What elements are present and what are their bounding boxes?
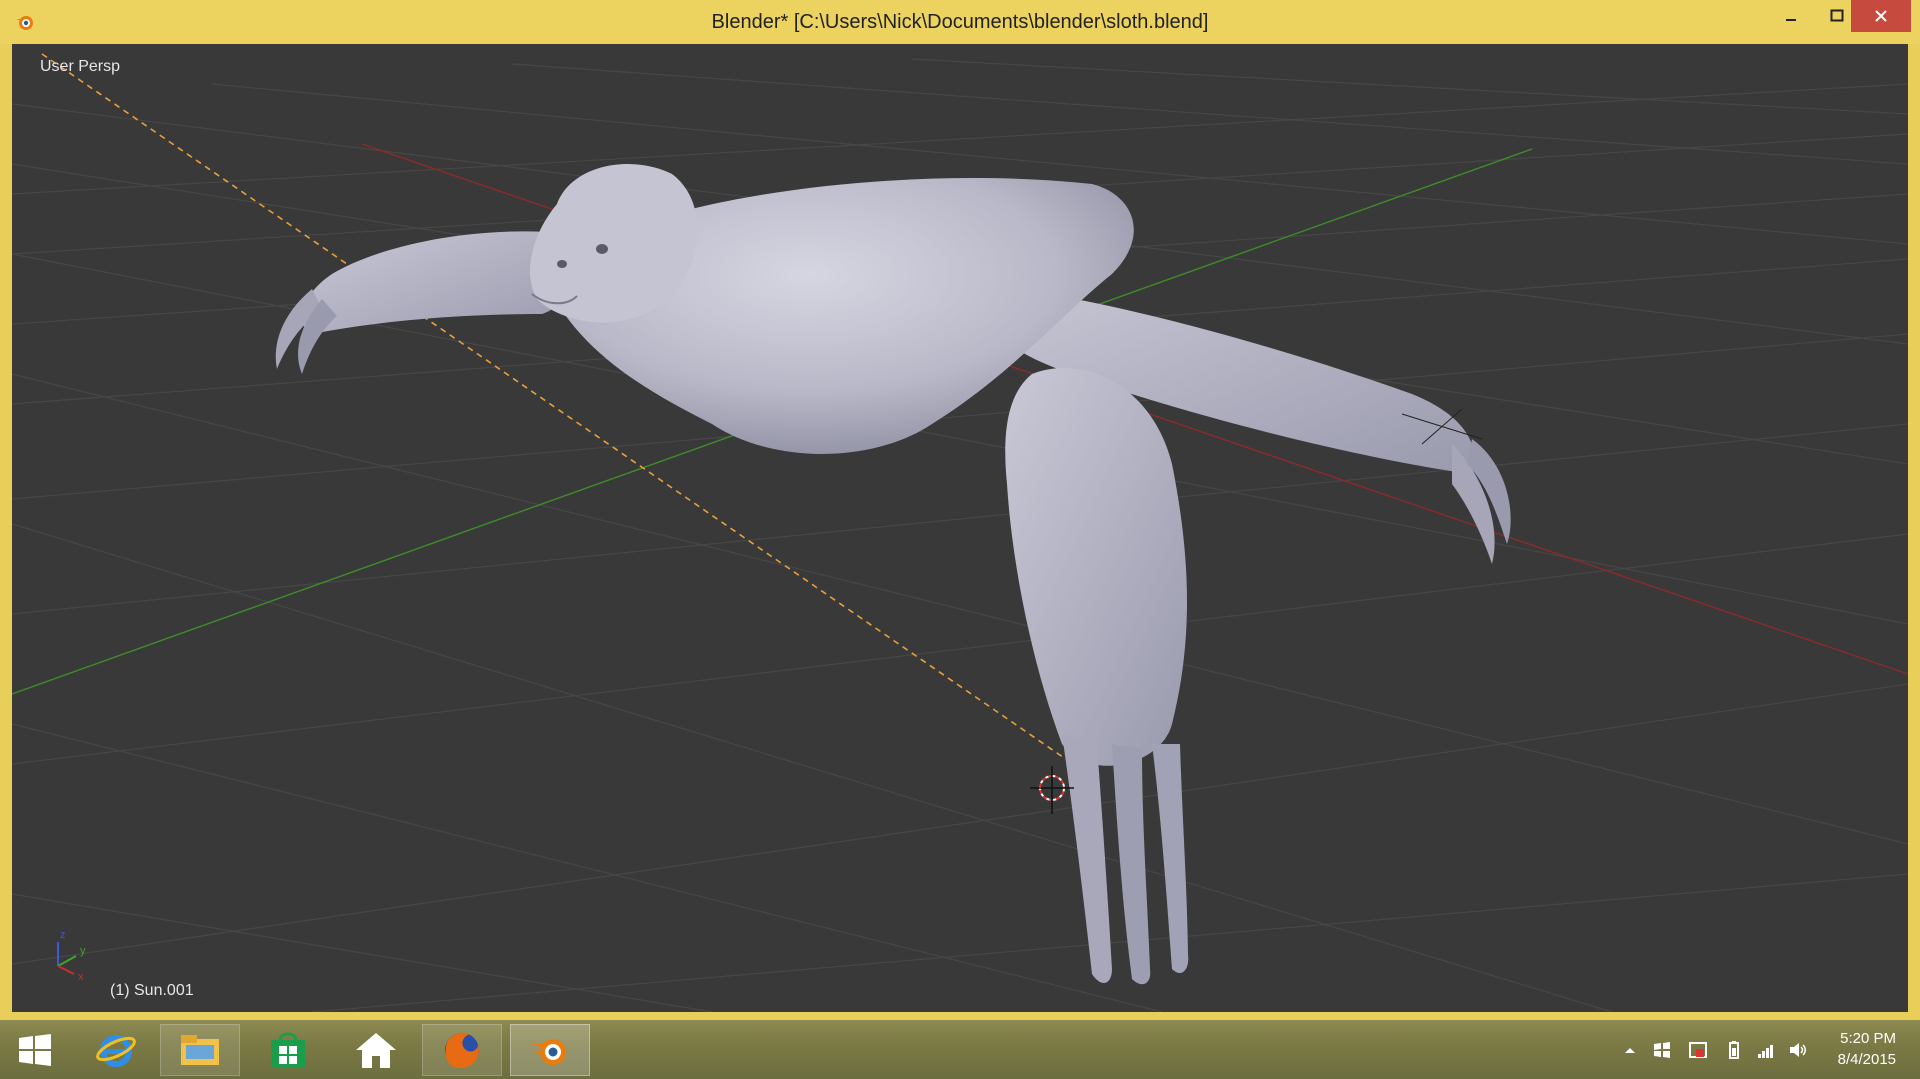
volume-icon[interactable] — [1788, 1040, 1808, 1060]
sloth-model[interactable] — [275, 164, 1511, 985]
clock-date: 8/4/2015 — [1837, 1051, 1896, 1068]
network-shield-icon[interactable] — [1688, 1040, 1708, 1060]
taskbar-store[interactable] — [248, 1024, 328, 1076]
flag-icon[interactable] — [1652, 1040, 1672, 1060]
window-title: Blender* [C:\Users\Nick\Documents\blende… — [711, 11, 1209, 33]
taskbar-blender[interactable] — [510, 1024, 590, 1076]
minimize-button[interactable] — [1768, 0, 1814, 32]
windows-logo-icon — [19, 1034, 51, 1066]
store-icon — [271, 1032, 305, 1068]
battery-icon[interactable] — [1724, 1040, 1744, 1060]
maximize-icon — [1830, 9, 1844, 22]
blender-window: Blender* [C:\Users\Nick\Documents\blende… — [0, 0, 1920, 1020]
close-button[interactable] — [1851, 0, 1911, 32]
taskbar-home[interactable] — [336, 1024, 416, 1076]
minimize-icon — [1786, 19, 1796, 21]
title-bar[interactable]: Blender* [C:\Users\Nick\Documents\blende… — [0, 0, 1920, 44]
view-mode-label: User Persp — [40, 58, 121, 75]
firefox-icon — [445, 1032, 479, 1068]
start-button[interactable] — [0, 1024, 70, 1076]
3d-cursor-icon[interactable] — [1030, 766, 1074, 814]
blender-icon — [530, 1039, 566, 1065]
y-axis-label: y — [80, 945, 86, 957]
axis-orientation-widget: z y x — [57, 929, 86, 983]
taskbar-firefox[interactable] — [422, 1024, 502, 1076]
taskbar-file-explorer[interactable] — [160, 1024, 240, 1076]
3d-viewport[interactable]: User Persp z y x (1) Sun.001 — [12, 44, 1908, 1012]
taskbar-clock[interactable]: 5:20 PM 8/4/2015 — [1838, 1028, 1896, 1070]
close-icon — [1875, 10, 1887, 22]
home-icon — [356, 1033, 396, 1068]
x-axis-label: x — [78, 971, 84, 983]
clock-time: 5:20 PM — [1840, 1030, 1896, 1047]
system-tray: 5:20 PM 8/4/2015 — [1600, 1020, 1920, 1079]
z-axis-label: z — [60, 929, 66, 941]
viewport-scene[interactable] — [12, 44, 1908, 1012]
show-hidden-icons-chevron[interactable] — [1620, 1040, 1640, 1060]
folder-icon — [181, 1035, 219, 1065]
windows-taskbar: 5:20 PM 8/4/2015 — [0, 1020, 1920, 1079]
signal-icon[interactable] — [1756, 1040, 1776, 1060]
internet-explorer-icon — [96, 1035, 136, 1067]
taskbar-internet-explorer[interactable] — [76, 1024, 156, 1076]
selection-dash-line — [41, 53, 1103, 785]
active-object-label: (1) Sun.001 — [110, 982, 194, 999]
